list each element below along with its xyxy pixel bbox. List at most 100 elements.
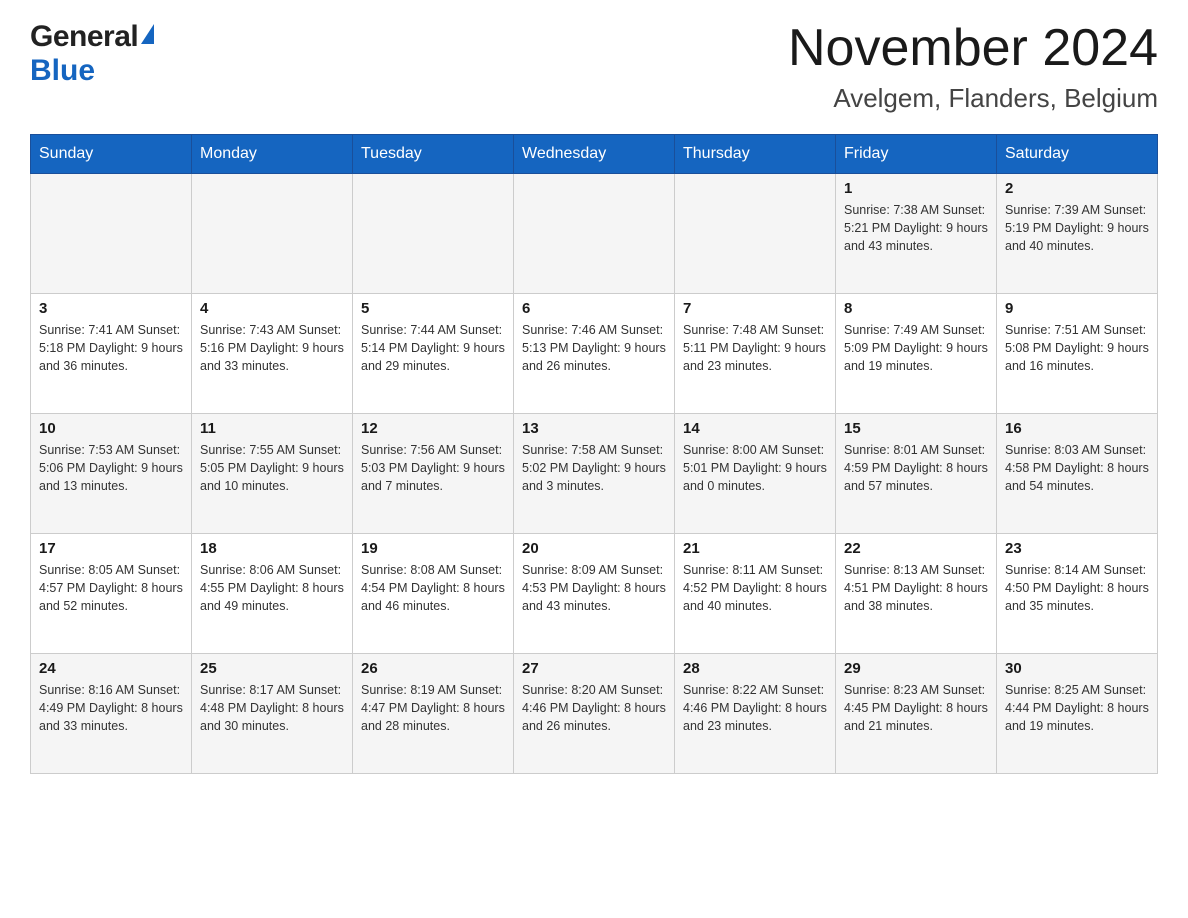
calendar-cell: 15 Sunrise: 8:01 AM Sunset: 4:59 PM Dayli…	[836, 414, 997, 534]
calendar-cell: 29 Sunrise: 8:23 AM Sunset: 4:45 PM Dayli…	[836, 654, 997, 774]
day-info: Sunrise: 8:09 AM Sunset: 4:53 PM Dayligh…	[522, 561, 666, 615]
day-info: Sunrise: 8:11 AM Sunset: 4:52 PM Dayligh…	[683, 561, 827, 615]
day-info: Sunrise: 7:51 AM Sunset: 5:08 PM Dayligh…	[1005, 321, 1149, 375]
day-number: 26	[361, 660, 505, 677]
calendar-cell: 9Sunrise: 7:51 AM Sunset: 5:08 PM Daylig…	[997, 294, 1158, 414]
day-number: 27	[522, 660, 666, 677]
day-number: 23	[1005, 540, 1149, 557]
day-info: Sunrise: 8:14 AM Sunset: 4:50 PM Dayligh…	[1005, 561, 1149, 615]
calendar-cell: 28 Sunrise: 8:22 AM Sunset: 4:46 PM Dayli…	[675, 654, 836, 774]
day-number: 30	[1005, 660, 1149, 677]
calendar-cell: 8 Sunrise: 7:49 AM Sunset: 5:09 PM Daylig…	[836, 294, 997, 414]
day-number: 12	[361, 420, 505, 437]
day-number: 25	[200, 660, 344, 677]
day-info: Sunrise: 8:01 AM Sunset: 4:59 PM Dayligh…	[844, 441, 988, 495]
day-info: Sunrise: 8:08 AM Sunset: 4:54 PM Dayligh…	[361, 561, 505, 615]
calendar-cell	[31, 174, 192, 294]
page-title: November 2024	[788, 20, 1158, 77]
day-number: 15	[844, 420, 988, 437]
day-number: 22	[844, 540, 988, 557]
day-number: 4	[200, 300, 344, 317]
calendar-cell: 20Sunrise: 8:09 AM Sunset: 4:53 PM Dayli…	[514, 534, 675, 654]
day-info: Sunrise: 8:16 AM Sunset: 4:49 PM Dayligh…	[39, 681, 183, 735]
calendar-cell: 26 Sunrise: 8:19 AM Sunset: 4:47 PM Dayli…	[353, 654, 514, 774]
calendar-cell: 11 Sunrise: 7:55 AM Sunset: 5:05 PM Dayli…	[192, 414, 353, 534]
calendar-day-header: Sunday	[31, 135, 192, 174]
logo-triangle-icon	[141, 24, 154, 44]
calendar-cell: 6Sunrise: 7:46 AM Sunset: 5:13 PM Daylig…	[514, 294, 675, 414]
calendar-cell: 7 Sunrise: 7:48 AM Sunset: 5:11 PM Daylig…	[675, 294, 836, 414]
day-number: 13	[522, 420, 666, 437]
logo-general-text: General	[30, 20, 138, 54]
calendar-cell: 5 Sunrise: 7:44 AM Sunset: 5:14 PM Daylig…	[353, 294, 514, 414]
calendar-day-header: Monday	[192, 135, 353, 174]
day-number: 24	[39, 660, 183, 677]
day-info: Sunrise: 8:17 AM Sunset: 4:48 PM Dayligh…	[200, 681, 344, 735]
day-number: 28	[683, 660, 827, 677]
calendar-day-header: Wednesday	[514, 135, 675, 174]
calendar-cell: 17 Sunrise: 8:05 AM Sunset: 4:57 PM Dayli…	[31, 534, 192, 654]
calendar-cell: 19 Sunrise: 8:08 AM Sunset: 4:54 PM Dayli…	[353, 534, 514, 654]
day-info: Sunrise: 8:03 AM Sunset: 4:58 PM Dayligh…	[1005, 441, 1149, 495]
day-info: Sunrise: 8:13 AM Sunset: 4:51 PM Dayligh…	[844, 561, 988, 615]
calendar-cell	[192, 174, 353, 294]
calendar-table: SundayMondayTuesdayWednesdayThursdayFrid…	[30, 134, 1158, 774]
day-info: Sunrise: 7:39 AM Sunset: 5:19 PM Dayligh…	[1005, 201, 1149, 255]
calendar-day-header: Friday	[836, 135, 997, 174]
calendar-cell: 10 Sunrise: 7:53 AM Sunset: 5:06 PM Dayli…	[31, 414, 192, 534]
day-number: 6	[522, 300, 666, 317]
subtitle: Avelgem, Flanders, Belgium	[788, 83, 1158, 114]
day-info: Sunrise: 8:22 AM Sunset: 4:46 PM Dayligh…	[683, 681, 827, 735]
day-info: Sunrise: 7:53 AM Sunset: 5:06 PM Dayligh…	[39, 441, 183, 495]
day-info: Sunrise: 8:25 AM Sunset: 4:44 PM Dayligh…	[1005, 681, 1149, 735]
calendar-header-row: SundayMondayTuesdayWednesdayThursdayFrid…	[31, 135, 1158, 174]
day-number: 29	[844, 660, 988, 677]
calendar-cell: 1 Sunrise: 7:38 AM Sunset: 5:21 PM Daylig…	[836, 174, 997, 294]
calendar-week-row: 1 Sunrise: 7:38 AM Sunset: 5:21 PM Daylig…	[31, 174, 1158, 294]
calendar-cell: 30 Sunrise: 8:25 AM Sunset: 4:44 PM Dayli…	[997, 654, 1158, 774]
day-info: Sunrise: 7:44 AM Sunset: 5:14 PM Dayligh…	[361, 321, 505, 375]
day-info: Sunrise: 8:00 AM Sunset: 5:01 PM Dayligh…	[683, 441, 827, 495]
day-info: Sunrise: 7:48 AM Sunset: 5:11 PM Dayligh…	[683, 321, 827, 375]
calendar-day-header: Tuesday	[353, 135, 514, 174]
calendar-cell: 25 Sunrise: 8:17 AM Sunset: 4:48 PM Dayli…	[192, 654, 353, 774]
day-number: 19	[361, 540, 505, 557]
day-info: Sunrise: 7:38 AM Sunset: 5:21 PM Dayligh…	[844, 201, 988, 255]
day-info: Sunrise: 7:58 AM Sunset: 5:02 PM Dayligh…	[522, 441, 666, 495]
day-number: 10	[39, 420, 183, 437]
title-area: November 2024 Avelgem, Flanders, Belgium	[788, 20, 1158, 114]
calendar-cell: 22 Sunrise: 8:13 AM Sunset: 4:51 PM Dayli…	[836, 534, 997, 654]
day-number: 14	[683, 420, 827, 437]
day-number: 16	[1005, 420, 1149, 437]
day-info: Sunrise: 8:20 AM Sunset: 4:46 PM Dayligh…	[522, 681, 666, 735]
day-number: 17	[39, 540, 183, 557]
logo-blue-text: Blue	[30, 54, 95, 87]
calendar-cell	[353, 174, 514, 294]
calendar-day-header: Saturday	[997, 135, 1158, 174]
day-info: Sunrise: 8:23 AM Sunset: 4:45 PM Dayligh…	[844, 681, 988, 735]
day-info: Sunrise: 8:05 AM Sunset: 4:57 PM Dayligh…	[39, 561, 183, 615]
day-number: 5	[361, 300, 505, 317]
header: General Blue November 2024 Avelgem, Flan…	[30, 20, 1158, 114]
day-info: Sunrise: 7:43 AM Sunset: 5:16 PM Dayligh…	[200, 321, 344, 375]
calendar-cell: 24 Sunrise: 8:16 AM Sunset: 4:49 PM Dayli…	[31, 654, 192, 774]
calendar-week-row: 17 Sunrise: 8:05 AM Sunset: 4:57 PM Dayli…	[31, 534, 1158, 654]
day-info: Sunrise: 8:19 AM Sunset: 4:47 PM Dayligh…	[361, 681, 505, 735]
day-number: 7	[683, 300, 827, 317]
calendar-day-header: Thursday	[675, 135, 836, 174]
calendar-cell: 3 Sunrise: 7:41 AM Sunset: 5:18 PM Daylig…	[31, 294, 192, 414]
day-number: 3	[39, 300, 183, 317]
calendar-cell: 27 Sunrise: 8:20 AM Sunset: 4:46 PM Dayli…	[514, 654, 675, 774]
calendar-cell: 2 Sunrise: 7:39 AM Sunset: 5:19 PM Daylig…	[997, 174, 1158, 294]
day-number: 8	[844, 300, 988, 317]
day-number: 11	[200, 420, 344, 437]
day-info: Sunrise: 7:56 AM Sunset: 5:03 PM Dayligh…	[361, 441, 505, 495]
day-number: 1	[844, 180, 988, 197]
day-info: Sunrise: 7:55 AM Sunset: 5:05 PM Dayligh…	[200, 441, 344, 495]
day-info: Sunrise: 7:41 AM Sunset: 5:18 PM Dayligh…	[39, 321, 183, 375]
day-number: 21	[683, 540, 827, 557]
day-info: Sunrise: 7:49 AM Sunset: 5:09 PM Dayligh…	[844, 321, 988, 375]
day-number: 18	[200, 540, 344, 557]
calendar-week-row: 10 Sunrise: 7:53 AM Sunset: 5:06 PM Dayli…	[31, 414, 1158, 534]
day-number: 2	[1005, 180, 1149, 197]
